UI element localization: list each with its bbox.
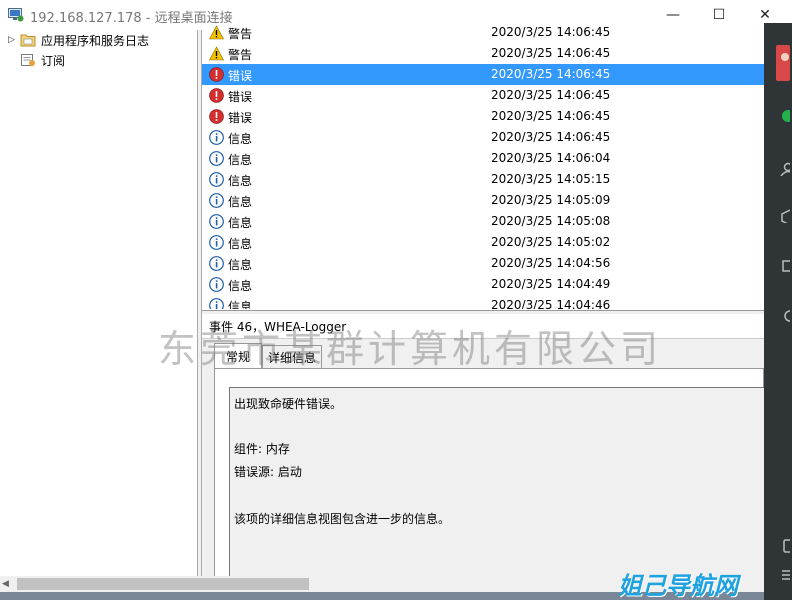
- table-row[interactable]: 信息 2020/3/25 14:06:04: [202, 148, 764, 169]
- tree-item-label: 应用程序和服务日志: [41, 33, 150, 48]
- warning-icon: [208, 25, 225, 40]
- description-line: 该项的详细信息视图包含进一步的信息。: [234, 512, 451, 526]
- info-icon: [209, 214, 224, 229]
- event-level: 信息: [228, 216, 253, 230]
- info-icon: [209, 151, 224, 166]
- info-icon: [209, 193, 224, 208]
- tab-general[interactable]: 常规: [214, 343, 262, 369]
- table-row[interactable]: 错误 2020/3/25 14:06:45: [202, 64, 764, 85]
- menu-icon[interactable]: [764, 563, 792, 585]
- description-line: 组件: 内存: [234, 442, 290, 456]
- event-level: 信息: [228, 258, 253, 272]
- event-level: 警告: [228, 48, 253, 62]
- event-time: 2020/3/25 14:05:08: [491, 214, 611, 228]
- event-time: 2020/3/25 14:06:45: [491, 130, 611, 144]
- side-app-bar: [764, 23, 792, 600]
- event-level: 错误: [228, 69, 253, 83]
- event-time: 2020/3/25 14:05:15: [491, 172, 611, 186]
- info-icon: [209, 277, 224, 292]
- event-level: 信息: [228, 300, 253, 309]
- info-icon: [209, 235, 224, 250]
- tree-item-subscriptions[interactable]: 订阅: [0, 50, 65, 70]
- info-icon: [209, 172, 224, 187]
- event-title: 事件 46，WHEA-Logger: [209, 320, 347, 334]
- event-time: 2020/3/25 14:06:45: [491, 67, 611, 81]
- event-level: 错误: [228, 111, 253, 125]
- folder-log-icon: [20, 34, 36, 47]
- table-row[interactable]: 信息 2020/3/25 14:06:45: [202, 127, 764, 148]
- general-tab-panel: 出现致命硬件错误。 组件: 内存 错误源: 启动 该项的详细信息视图包含进一步的…: [214, 368, 765, 587]
- event-time: 2020/3/25 14:05:02: [491, 235, 611, 249]
- brand-logo-text: 姐己导航网: [618, 572, 738, 600]
- remote-desktop-icon: [8, 8, 24, 22]
- event-time: 2020/3/25 14:06:45: [491, 25, 611, 39]
- table-row[interactable]: 错误 2020/3/25 14:06:45: [202, 85, 764, 106]
- settings-gear-icon[interactable]: [764, 305, 792, 327]
- table-row[interactable]: 信息 2020/3/25 14:05:09: [202, 190, 764, 211]
- chat-icon[interactable]: [764, 105, 792, 127]
- event-description[interactable]: 出现致命硬件错误。 组件: 内存 错误源: 启动 该项的详细信息视图包含进一步的…: [229, 387, 765, 587]
- event-level: 信息: [228, 174, 253, 188]
- detail-header: 事件 46，WHEA-Logger: [202, 314, 764, 339]
- event-level: 信息: [228, 237, 253, 251]
- table-row[interactable]: 信息 2020/3/25 14:04:56: [202, 253, 764, 274]
- folder-icon[interactable]: [764, 255, 792, 277]
- info-icon: [209, 298, 224, 309]
- box-icon[interactable]: [764, 205, 792, 227]
- navigation-tree: ▷ 应用程序和服务日志 订阅: [0, 30, 197, 576]
- event-time: 2020/3/25 14:05:09: [491, 193, 611, 207]
- info-icon: [209, 256, 224, 271]
- tree-item-app-logs[interactable]: ▷ 应用程序和服务日志: [0, 30, 149, 50]
- error-icon: [209, 67, 224, 82]
- event-time: 2020/3/25 14:04:46: [491, 298, 611, 309]
- event-time: 2020/3/25 14:04:49: [491, 277, 611, 291]
- event-time: 2020/3/25 14:06:04: [491, 151, 611, 165]
- table-row[interactable]: 信息 2020/3/25 14:05:02: [202, 232, 764, 253]
- error-icon: [209, 109, 224, 124]
- event-time: 2020/3/25 14:06:45: [491, 109, 611, 123]
- scroll-left-arrow-icon[interactable]: ◀: [2, 579, 9, 589]
- event-detail-pane: 事件 46，WHEA-Logger 常规 详细信息 出现致命硬件错误。 组件: …: [202, 310, 765, 587]
- error-icon: [209, 88, 224, 103]
- tree-item-label: 订阅: [41, 53, 66, 68]
- table-row[interactable]: 信息 2020/3/25 14:05:08: [202, 211, 764, 232]
- avatar[interactable]: [764, 43, 792, 83]
- expand-arrow-icon[interactable]: ▷: [8, 35, 16, 45]
- subscription-icon: [21, 54, 35, 66]
- contacts-icon[interactable]: [764, 158, 792, 180]
- description-line: 出现致命硬件错误。: [234, 397, 343, 411]
- table-row[interactable]: 错误 2020/3/25 14:06:45: [202, 106, 764, 127]
- event-level: 信息: [228, 195, 253, 209]
- table-row[interactable]: 信息 2020/3/25 14:04:49: [202, 274, 764, 295]
- description-line: 错误源: 启动: [234, 465, 302, 479]
- tab-details[interactable]: 详细信息: [262, 345, 322, 369]
- event-level: 警告: [228, 27, 253, 41]
- event-level: 信息: [228, 279, 253, 293]
- event-time: 2020/3/25 14:06:45: [491, 46, 611, 60]
- event-level: 信息: [228, 132, 253, 146]
- table-row[interactable]: 警告 2020/3/25 14:06:45: [202, 23, 764, 43]
- warning-icon: [208, 46, 225, 61]
- table-row[interactable]: 警告 2020/3/25 14:06:45: [202, 43, 764, 64]
- phone-icon[interactable]: [764, 535, 792, 557]
- event-level: 错误: [228, 90, 253, 104]
- event-list[interactable]: 警告 2020/3/25 14:06:45 警告 2020/3/25 14:06:45…: [202, 23, 764, 309]
- scrollbar-thumb[interactable]: [17, 578, 309, 590]
- info-icon: [209, 130, 224, 145]
- event-level: 信息: [228, 153, 253, 167]
- table-row[interactable]: 信息 2020/3/25 14:05:15: [202, 169, 764, 190]
- event-time: 2020/3/25 14:04:56: [491, 256, 611, 270]
- table-row[interactable]: 信息 2020/3/25 14:04:46: [202, 295, 764, 309]
- event-time: 2020/3/25 14:06:45: [491, 88, 611, 102]
